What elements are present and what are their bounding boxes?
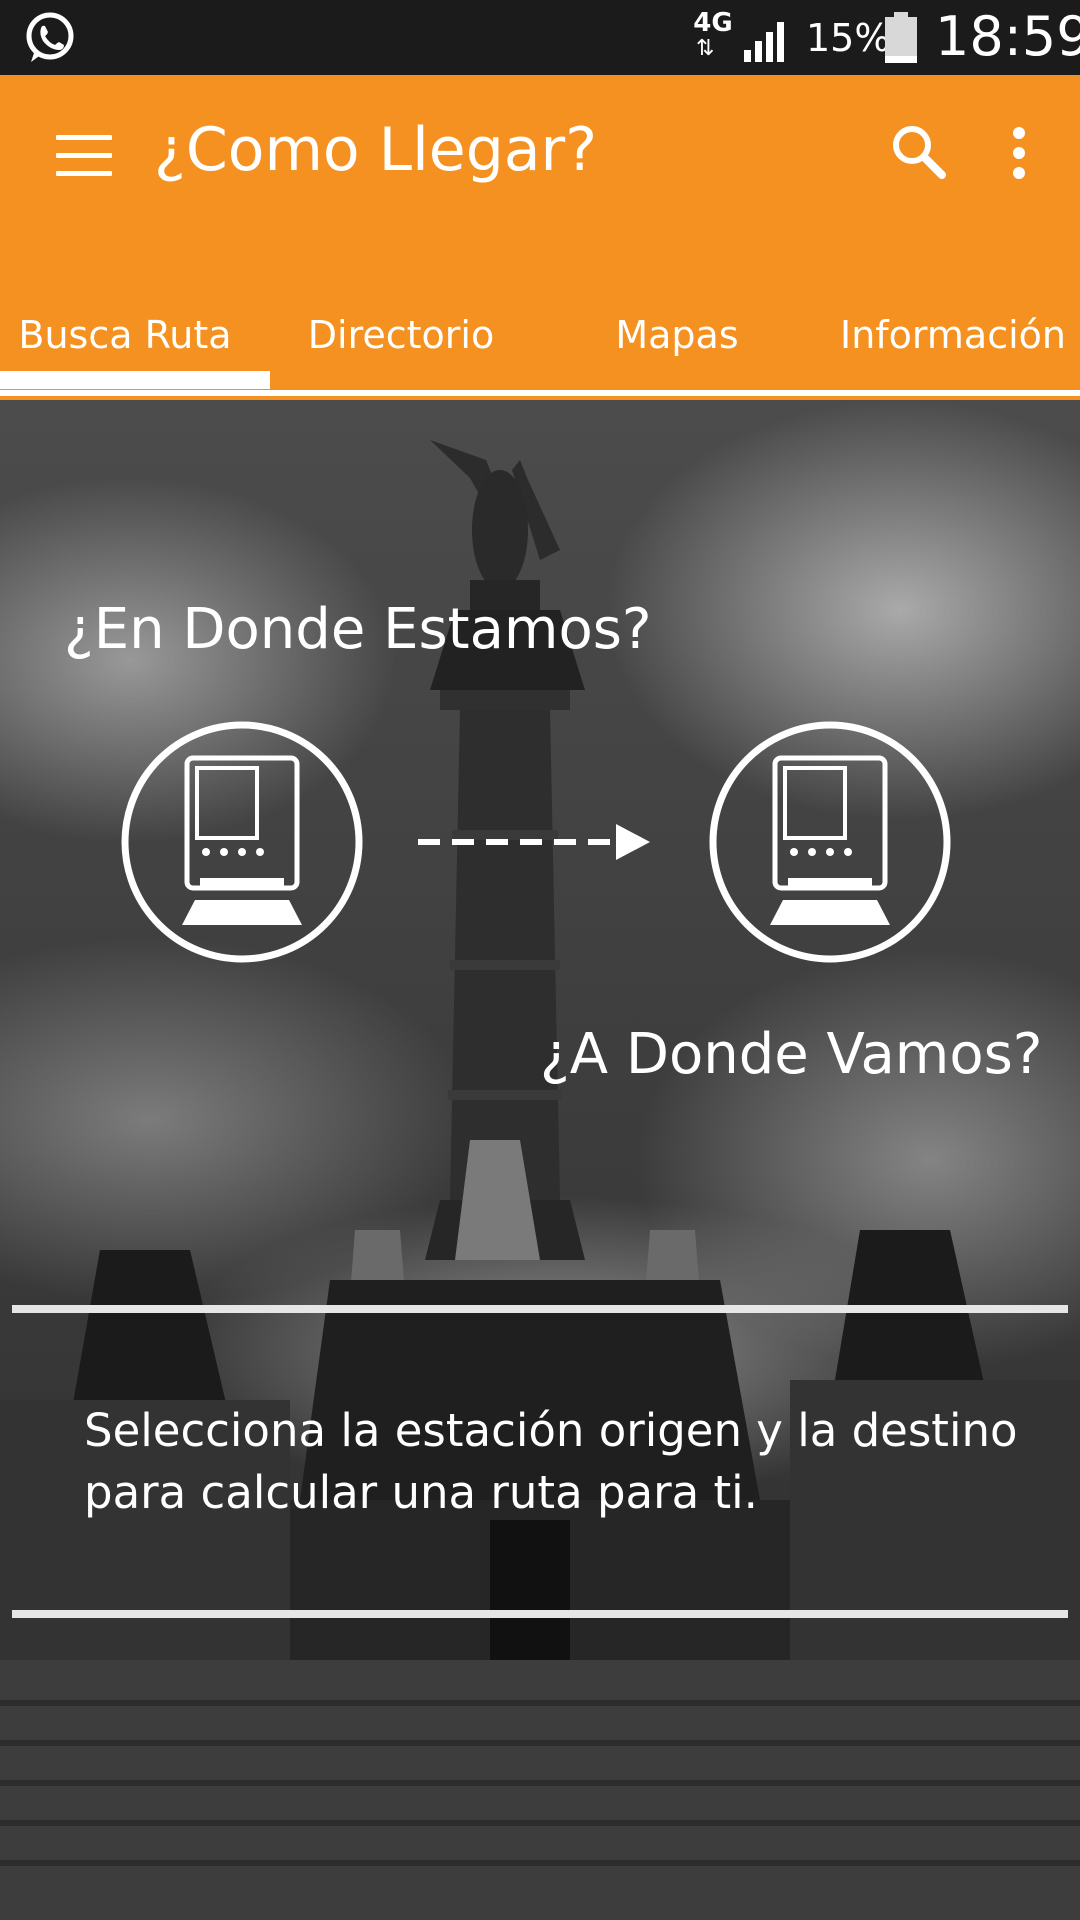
search-icon[interactable]	[888, 121, 948, 181]
menu-icon[interactable]	[56, 135, 112, 179]
divider-top	[12, 1305, 1068, 1313]
origin-label: ¿En Donde Estamos?	[64, 597, 652, 662]
train-icon	[770, 755, 890, 925]
signal-icon	[744, 22, 784, 62]
divider-bottom	[12, 1610, 1068, 1618]
destination-station-button[interactable]	[708, 720, 952, 964]
tab-mapas[interactable]: Mapas	[542, 280, 812, 390]
destination-label: ¿A Donde Vamos?	[540, 1022, 1043, 1087]
battery-percent: 15%	[806, 16, 891, 60]
origin-station-button[interactable]	[120, 720, 364, 964]
page-title: ¿Como Llegar?	[154, 115, 598, 185]
tab-directorio[interactable]: Directorio	[266, 280, 536, 390]
more-vert-icon[interactable]	[1004, 123, 1034, 183]
clock: 18:59	[935, 5, 1080, 68]
app-bar: ¿Como Llegar? Busca Ruta Directorio Mapa…	[0, 75, 1080, 405]
battery-icon	[885, 12, 917, 63]
network-type: 4G	[693, 8, 733, 38]
whatsapp-icon	[26, 12, 74, 62]
instructions-text: Selecciona la estación origen y la desti…	[84, 1404, 1018, 1519]
tab-informacion[interactable]: Información	[818, 280, 1080, 390]
data-arrows-icon: ⇅	[696, 36, 715, 61]
app-bar-divider	[0, 390, 1080, 396]
status-bar: 4G ⇅ 15% 18:59	[0, 0, 1080, 75]
dashed-arrow-icon	[418, 824, 650, 860]
train-icon	[182, 755, 302, 925]
tab-indicator	[0, 371, 270, 389]
